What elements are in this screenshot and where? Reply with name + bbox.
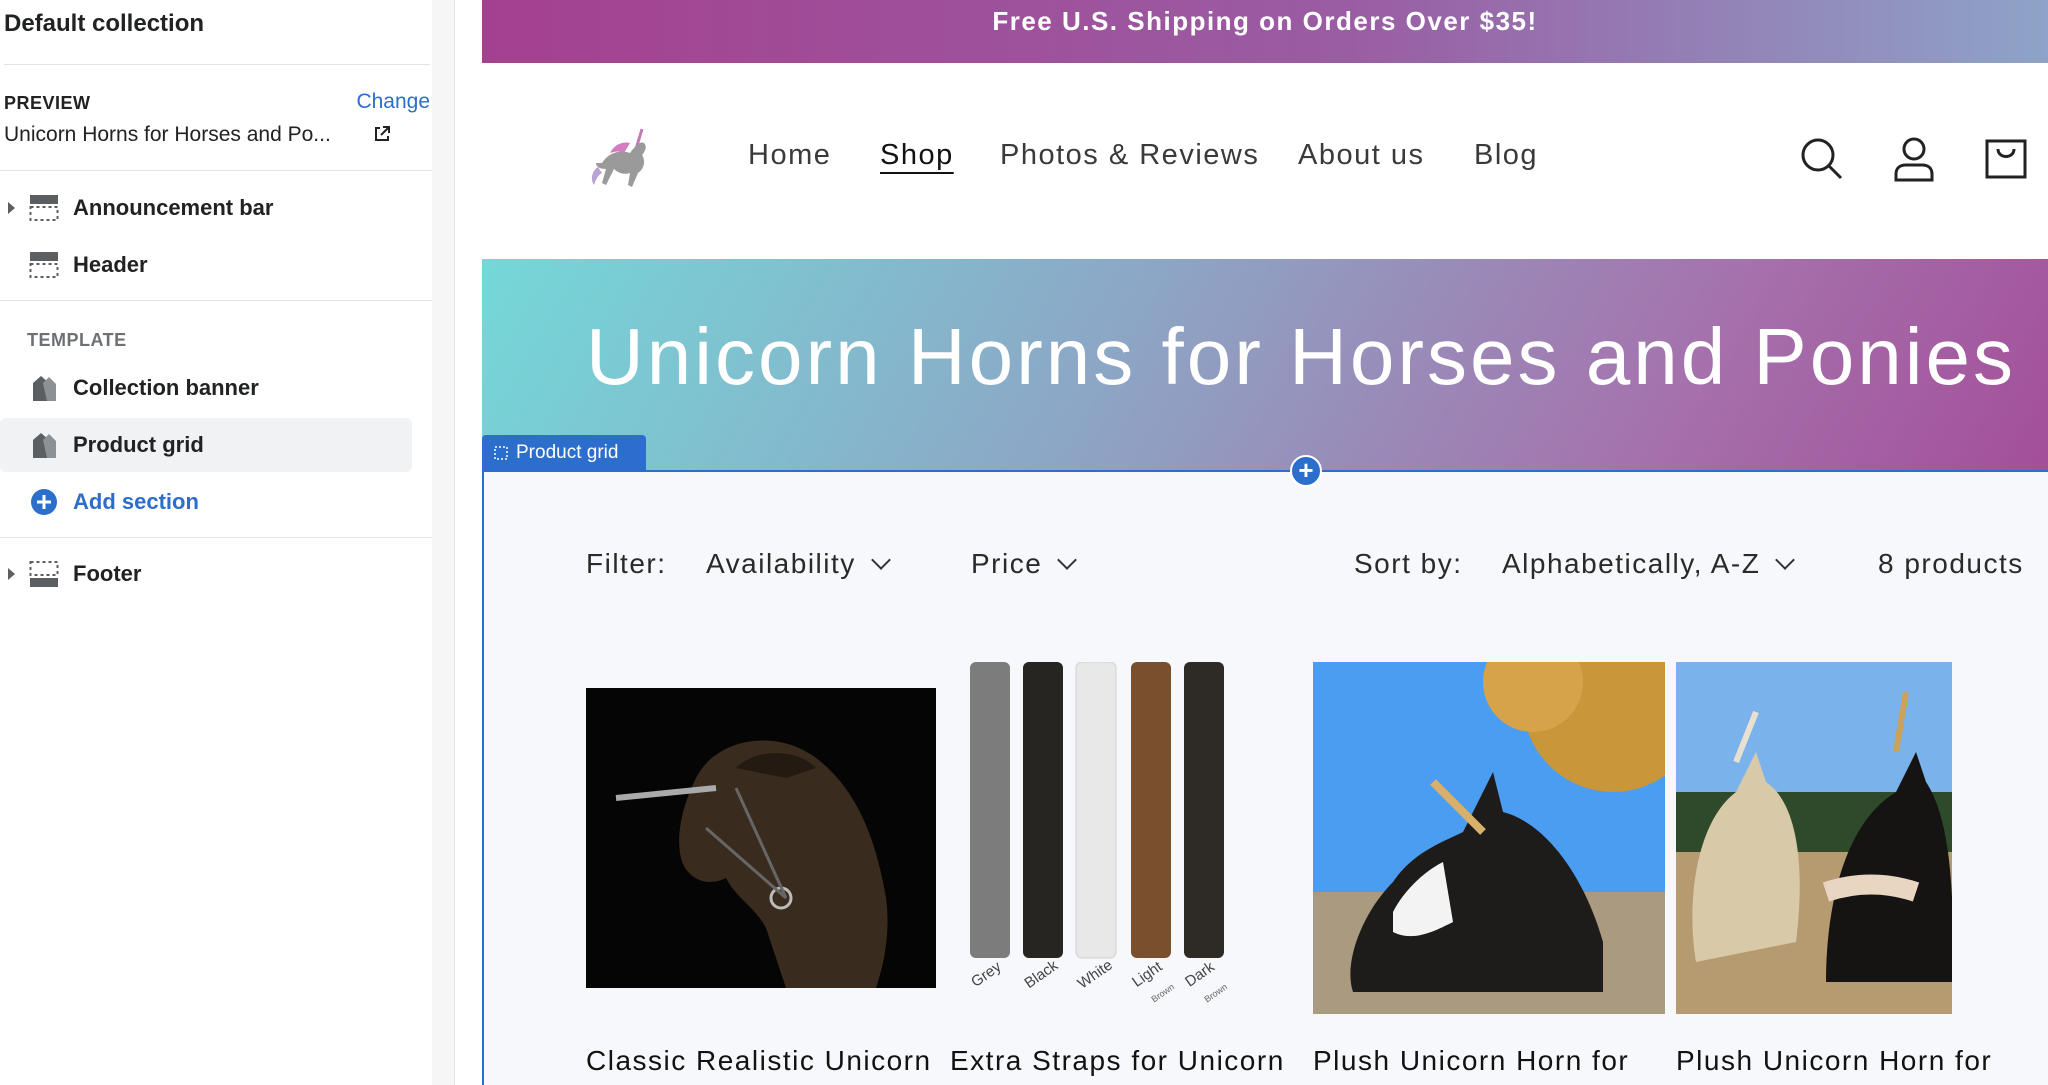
horse-outdoor-photo [1313,662,1665,1014]
section-footer[interactable]: Footer [0,547,412,601]
filter-price[interactable]: Price [971,548,1078,580]
add-section-button[interactable]: Add section [0,475,412,529]
collection-title: Unicorn Horns for Horses and Ponies [586,312,2017,401]
change-preview-link[interactable]: Change [356,90,430,114]
filter-availability[interactable]: Availability [706,548,891,580]
store-preview: Free U.S. Shipping on Orders Over $35! H… [482,0,2048,1085]
unicorn-logo-icon[interactable] [586,123,660,207]
collection-banner: Unicorn Horns for Horses and Ponies [482,259,2048,470]
sort-value: Alphabetically, A-Z [1502,548,1761,579]
nav-home[interactable]: Home [748,139,831,172]
product-grid-section-tag[interactable]: Product grid [482,435,646,470]
section-header[interactable]: Header [0,238,412,292]
caret-right-icon[interactable] [8,202,15,214]
add-section-plus-button[interactable]: + [1290,455,1322,487]
divider [0,537,432,538]
section-label: Collection banner [73,375,259,400]
product-title[interactable]: Extra Straps for Unicorn [950,1045,1285,1077]
nav-photos-reviews[interactable]: Photos & Reviews [1000,139,1259,172]
section-announcement-bar[interactable]: Announcement bar [0,181,412,235]
filter-availability-label: Availability [706,548,856,579]
caret-right-icon[interactable] [8,568,15,580]
template-icon [33,376,56,401]
filter-label: Filter: [586,548,667,579]
ponies-photo [1676,662,1952,1014]
section-icon [29,195,59,221]
divider [0,170,432,171]
template-icon [33,433,56,458]
section-label: Footer [73,561,142,586]
chevron-down-icon [1775,550,1796,570]
add-circle-icon [31,489,57,515]
chevron-down-icon [1057,550,1078,570]
product-title[interactable]: Classic Realistic Unicorn [586,1045,932,1077]
section-handle-icon [494,445,508,460]
account-icon[interactable] [1890,135,1938,183]
divider [0,300,432,301]
section-icon [29,561,59,587]
section-collection-banner[interactable]: Collection banner [0,361,412,415]
section-icon [29,252,59,278]
sidebar-title: Default collection [4,10,205,37]
preview-value: Unicorn Horns for Horses and Po... [4,123,331,146]
filter-price-label: Price [971,548,1043,579]
section-label: Product grid [73,432,204,457]
add-section-label: Add section [73,489,199,514]
horse-photo [615,740,888,988]
section-product-grid[interactable]: Product grid [0,418,412,472]
cart-icon[interactable] [1982,135,2030,183]
section-label: Header [73,252,148,277]
nav-about-us[interactable]: About us [1298,139,1424,172]
product-image[interactable] [1676,662,1952,1014]
sidebar-scrollbar[interactable] [432,0,455,1085]
nav-shop[interactable]: Shop [880,139,954,172]
sort-label: Sort by: [1354,548,1463,579]
divider [4,64,430,65]
external-link-icon[interactable] [372,124,392,144]
sort-select[interactable]: Alphabetically, A-Z [1502,548,1796,580]
product-image[interactable] [1313,662,1665,1014]
section-tag-label: Product grid [516,441,619,463]
chevron-down-icon [870,550,891,570]
theme-editor-sidebar: Default collection PREVIEW Change Unicor… [0,0,433,1085]
product-image[interactable] [586,688,936,988]
preview-label: PREVIEW [4,93,91,113]
product-title[interactable]: Plush Unicorn Horn for [1676,1045,1992,1077]
product-image[interactable]: Grey Black White Light Dark Brown Brown [950,662,1270,1014]
product-title[interactable]: Plush Unicorn Horn for [1313,1045,1629,1077]
store-header: Home Shop Photos & Reviews About us Blog [482,63,2048,259]
nav-blog[interactable]: Blog [1474,139,1538,172]
announcement-bar[interactable]: Free U.S. Shipping on Orders Over $35! [482,0,2048,63]
section-label: Announcement bar [73,195,274,220]
search-icon[interactable] [1798,135,1846,183]
template-heading: TEMPLATE [27,330,127,350]
product-count: 8 products [1878,548,2024,579]
